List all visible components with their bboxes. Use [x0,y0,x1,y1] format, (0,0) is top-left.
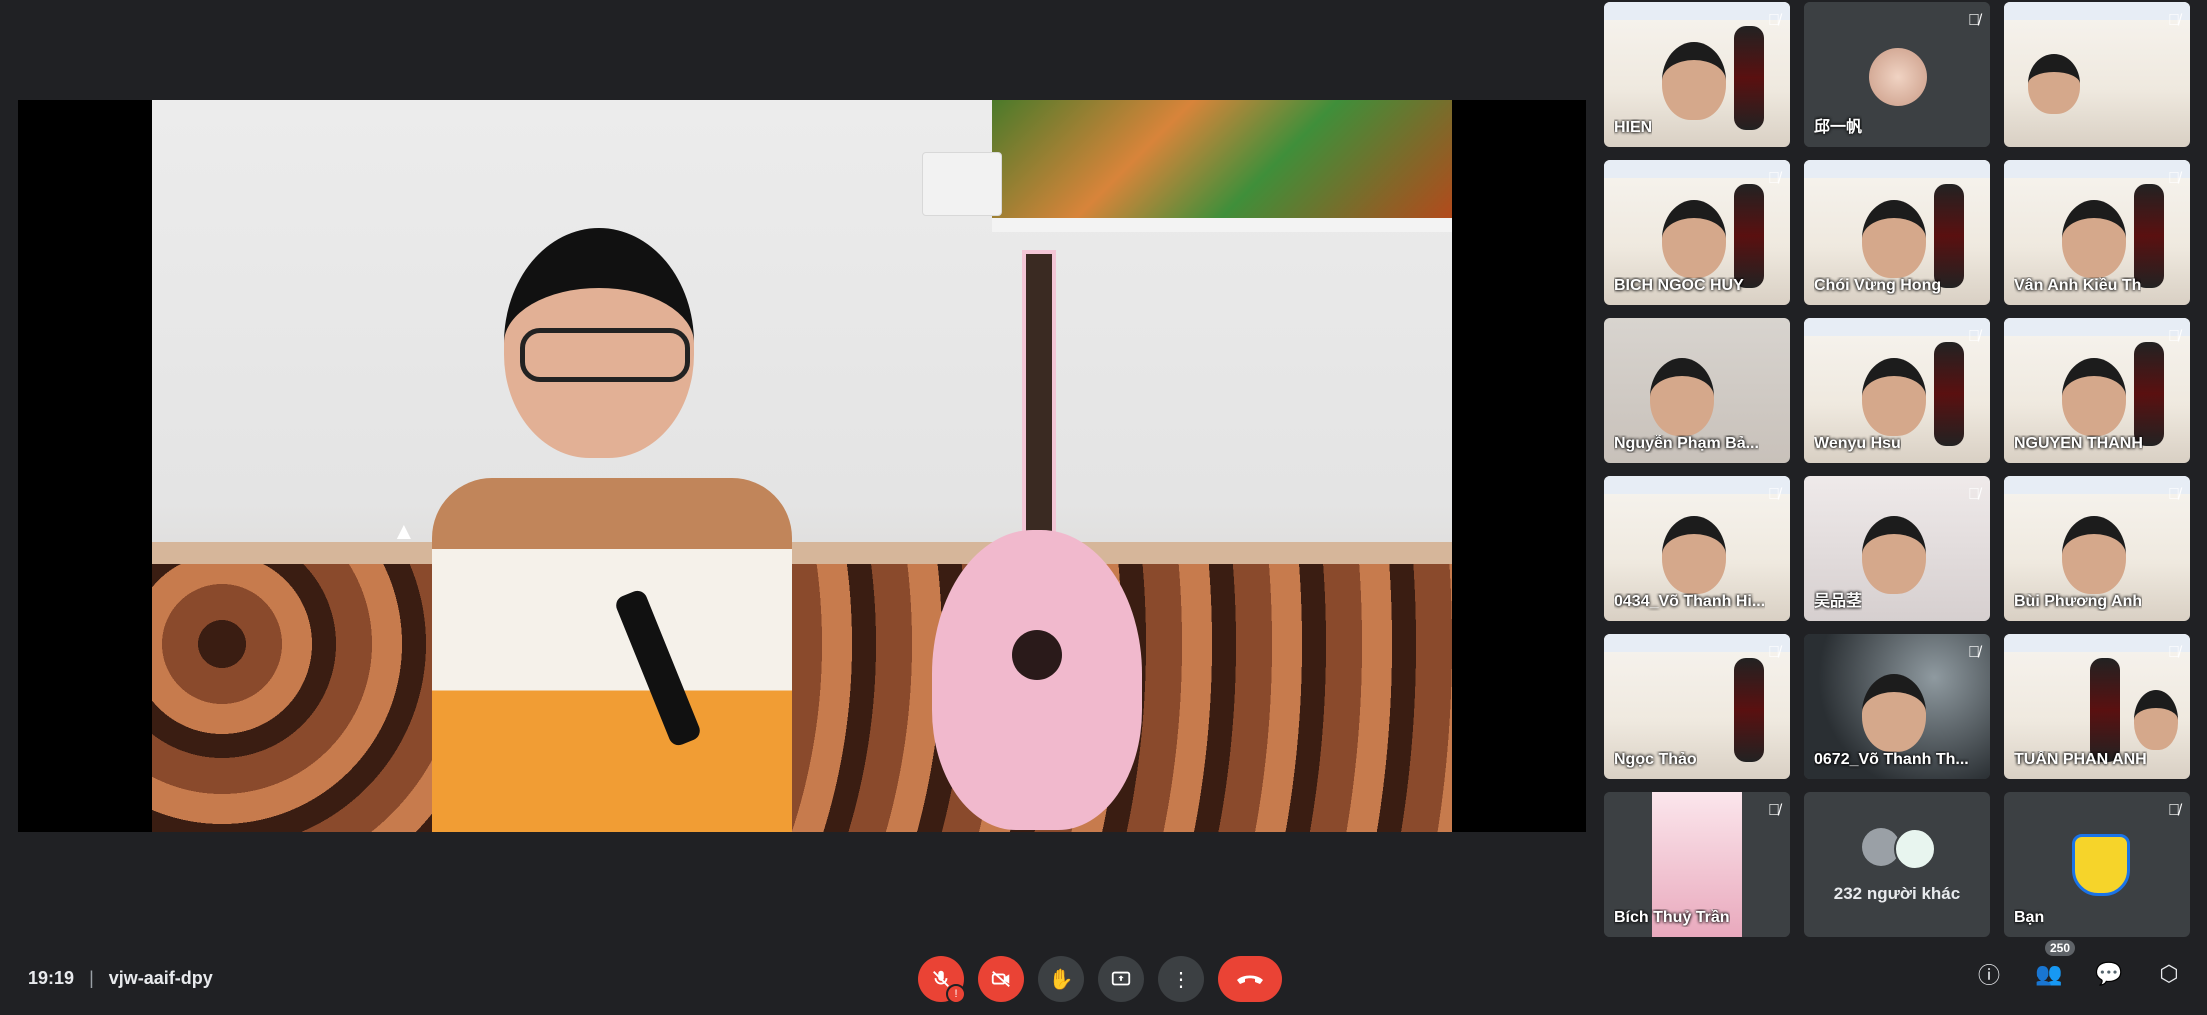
mouse-cursor-icon: ▲ [392,518,416,545]
wall-painting [992,100,1452,232]
sofa [152,542,1452,832]
mic-toggle-button[interactable]: ! [918,956,966,1004]
pink-guitar [932,250,1142,832]
mic-off-icon: 🎙̸ [2168,328,2180,345]
participant-tile[interactable]: Bùi Phương Anh 🎙̸ [2004,476,2190,621]
mic-off-icon: 🎙̸ [1968,328,1980,345]
main-video-stage[interactable]: ▲ [18,100,1586,832]
participant-tile[interactable]: Wenyu Hsu 🎙̸ [1804,318,1990,463]
participant-name: Nguyễn Phạm Bả... [1614,435,1759,452]
participant-name: 0434_Võ Thanh Hi... [1614,593,1766,610]
present-icon [1111,971,1131,986]
participant-name: 邱一帆 [1814,119,1863,136]
participant-name: TUẤN PHAN ANH [2014,751,2147,768]
call-controls: ! ✋ ⋮ [918,956,1282,1004]
participant-tile[interactable]: Ngọc Thảo 🎙̸ [1604,634,1790,779]
participant-tile[interactable]: 🎙̸ [2004,2,2190,147]
meeting-time: 19:19 [28,968,75,988]
more-vert-icon: ⋮ [1171,968,1191,991]
mic-off-icon: 🎙̸ [1768,170,1780,187]
participant-tile[interactable]: 邱一帆 🎙̸ [1804,2,1990,147]
participant-tile[interactable]: HIEN 🎙̸ [1604,2,1790,147]
side-controls: ⓘ 👥 250 💬 ⬡ [1973,940,2185,990]
participant-name: NGUYEN THANH [2014,435,2143,452]
mic-off-icon: 🎙̸ [2168,12,2180,29]
participant-name: BICH NGOC HUY [1614,277,1744,294]
speaker-person [432,228,792,832]
participant-name: Ngọc Thảo [1614,751,1697,768]
meeting-code: vjw-aaif-dpy [108,968,213,988]
mic-off-icon: 🎙̸ [1768,486,1780,503]
meeting-separator: | [89,968,94,988]
activities-button[interactable]: ⬡ [2153,958,2185,990]
mic-off-icon: 🎙̸ [2168,486,2180,503]
info-icon: ⓘ [1977,963,2000,988]
people-icon: 👥 [2035,961,2063,986]
meeting-info: 19:19 | vjw-aaif-dpy [28,968,213,989]
participant-tile[interactable]: Bích Thuỷ Trần 🎙̸ [1604,792,1790,937]
camera-toggle-button[interactable] [978,956,1024,1002]
participant-tile[interactable]: Nguyễn Phạm Bả... [1604,318,1790,463]
participant-count-badge: 250 [2045,940,2076,956]
participant-name: 吴品茎 [1814,593,1863,610]
participant-name: Vân Anh Kiều Th [2014,277,2142,294]
mic-off-icon: 🎙̸ [2168,644,2180,661]
participant-tile[interactable]: Chói Vừng Hong [1804,160,1990,305]
hang-up-icon [1237,975,1263,984]
self-tile[interactable]: Bạn 🎙̸ [2004,792,2190,937]
present-screen-button[interactable] [1098,956,1144,1002]
others-count-label: 232 người khác [1833,884,1961,903]
people-button[interactable]: 👥 250 [2033,940,2076,990]
meeting-details-button[interactable]: ⓘ [1973,958,2005,990]
participant-tile[interactable]: 0434_Võ Thanh Hi... 🎙̸ [1604,476,1790,621]
mic-off-icon: 🎙̸ [2168,802,2180,819]
more-options-button[interactable]: ⋮ [1158,956,1204,1002]
participant-name: 0672_Võ Thanh Th... [1814,751,1969,768]
participant-tile[interactable]: 0672_Võ Thanh Th... 🎙̸ [1804,634,1990,779]
hand-icon: ✋ [1048,968,1074,991]
wall-switch [922,152,1002,216]
participant-tile[interactable]: BICH NGOC HUY 🎙̸ [1604,160,1790,305]
camera-off-icon [991,970,1010,988]
self-name: Bạn [2014,909,2045,926]
raise-hand-button[interactable]: ✋ [1038,956,1084,1002]
others-tile[interactable]: 232 người khác [1804,792,1990,937]
participant-name: Bùi Phương Anh [2014,593,2143,610]
mic-off-icon: 🎙̸ [1968,486,1980,503]
participant-tile[interactable]: Vân Anh Kiều Th 🎙̸ [2004,160,2190,305]
activities-icon: ⬡ [2159,961,2179,986]
mic-off-icon: 🎙̸ [1768,12,1780,29]
mic-off-icon: 🎙̸ [2168,170,2180,187]
participant-name: Chói Vừng Hong [1814,277,1942,294]
participant-tile[interactable]: NGUYEN THANH 🎙̸ [2004,318,2190,463]
chat-icon: 💬 [2095,961,2123,986]
participant-name: Wenyu Hsu [1814,435,1901,452]
mic-off-icon: 🎙̸ [1968,644,1980,661]
hutech-logo [2072,834,2130,896]
participant-name: Bích Thuỷ Trần [1614,909,1730,926]
chat-button[interactable]: 💬 [2093,958,2125,990]
mic-off-icon: 🎙̸ [1768,644,1780,661]
warning-icon: ! [946,984,966,1004]
avatar [1894,828,1936,870]
avatar [1869,48,1927,106]
speaker-video[interactable]: ▲ [152,100,1452,832]
leave-call-button[interactable] [1218,956,1282,1002]
mic-off-icon: 🎙̸ [1768,802,1780,819]
participant-tile[interactable]: 吴品茎 🎙̸ [1804,476,1990,621]
participant-name: HIEN [1614,119,1653,136]
participant-tile[interactable]: TUẤN PHAN ANH 🎙̸ [2004,634,2190,779]
mic-off-icon: 🎙̸ [1968,12,1980,29]
